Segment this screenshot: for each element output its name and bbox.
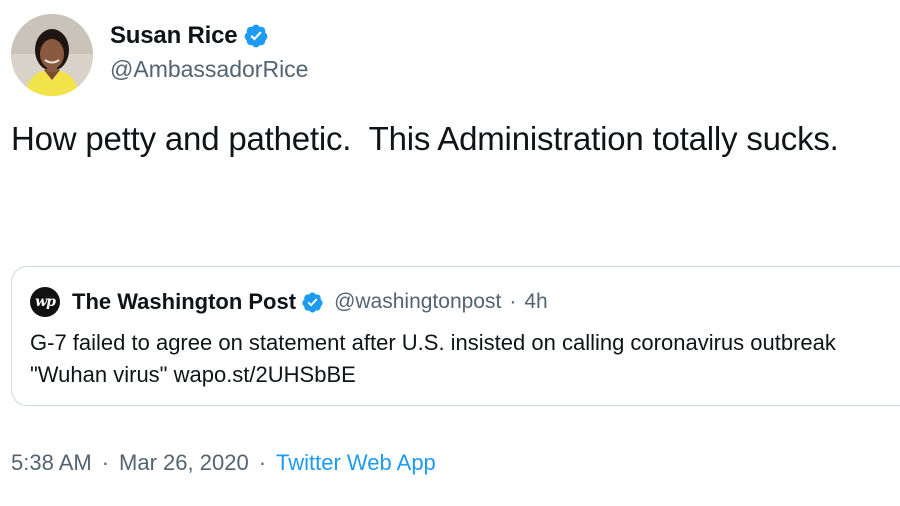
verified-badge-icon xyxy=(243,23,269,49)
author-names: Susan Rice @AmbassadorRice xyxy=(110,14,308,96)
quoted-author-avatar: wp xyxy=(30,287,60,317)
author-display-name[interactable]: Susan Rice xyxy=(110,22,238,50)
quoted-tweet-header: wp The Washington Post @washingtonpost ·… xyxy=(30,287,548,317)
quoted-author-name: The Washington Post xyxy=(72,289,297,314)
author-name-row: Susan Rice xyxy=(110,22,308,50)
quoted-tweet-text: G-7 failed to agree on statement after U… xyxy=(30,330,836,387)
tweet-footer: 5:38 AM · Mar 26, 2020 · Twitter Web App xyxy=(11,450,436,476)
quoted-verified-badge-icon xyxy=(301,291,324,314)
footer-separator: · xyxy=(101,450,110,475)
quoted-author-handle: @washingtonpost xyxy=(334,290,502,313)
quoted-tweet[interactable]: wp The Washington Post @washingtonpost ·… xyxy=(11,266,900,406)
tweet-card: Susan Rice @AmbassadorRice How petty and… xyxy=(0,0,900,506)
quoted-timestamp[interactable]: 4h xyxy=(524,290,547,314)
tweet-source-link[interactable]: Twitter Web App xyxy=(276,450,436,476)
tweet-header: Susan Rice @AmbassadorRice xyxy=(11,14,308,96)
tweet-text: How petty and pathetic. This Administrat… xyxy=(11,120,839,157)
tweet-time[interactable]: 5:38 AM xyxy=(11,450,92,476)
author-avatar[interactable] xyxy=(11,14,93,96)
quoted-separator: · xyxy=(509,290,517,313)
avatar-portrait-icon xyxy=(11,14,93,96)
author-handle[interactable]: @AmbassadorRice xyxy=(110,56,308,83)
tweet-date[interactable]: Mar 26, 2020 xyxy=(119,450,249,476)
footer-separator-2: · xyxy=(258,450,267,475)
